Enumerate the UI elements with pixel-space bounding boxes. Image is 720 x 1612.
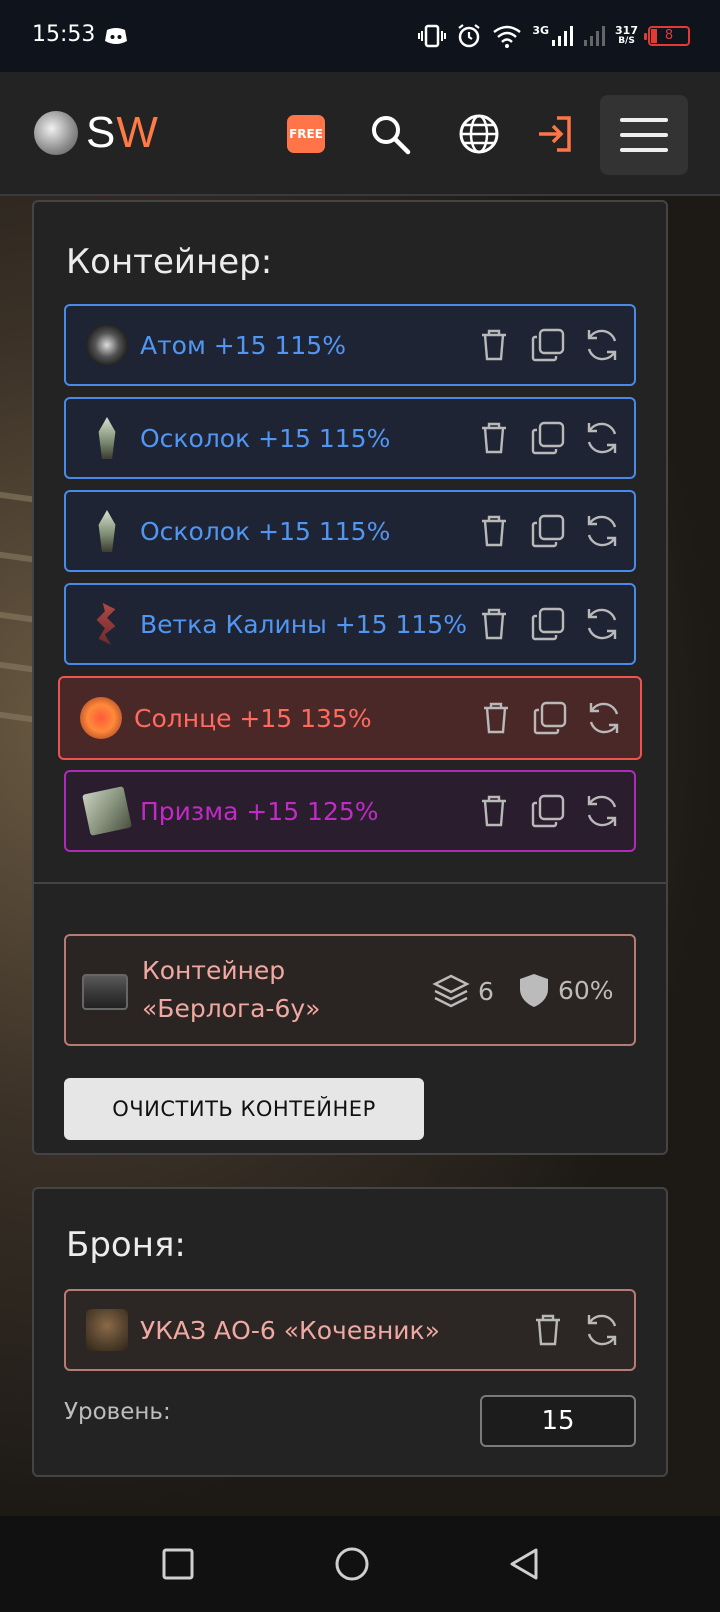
level-label: Уровень: bbox=[64, 1399, 171, 1425]
logo-letter-w: W bbox=[116, 108, 159, 157]
network-speed: 317 B/S bbox=[615, 25, 638, 47]
armor-panel-title: Броня: bbox=[66, 1225, 186, 1265]
copy-icon[interactable] bbox=[530, 513, 566, 549]
armor-suit-icon bbox=[86, 1309, 128, 1351]
container-case-icon bbox=[82, 974, 128, 1010]
prism-artifact-icon bbox=[82, 786, 132, 836]
language-globe-icon[interactable] bbox=[457, 112, 501, 156]
container-name-line2: «Берлога-6у» bbox=[142, 994, 321, 1023]
armor-slot[interactable]: УКАЗ АО-6 «Кочевник» bbox=[64, 1289, 636, 1371]
wifi-icon bbox=[493, 25, 522, 48]
atom-artifact-icon bbox=[86, 324, 128, 366]
replace-icon[interactable] bbox=[584, 327, 620, 363]
system-navigation-bar bbox=[0, 1516, 720, 1612]
recent-apps-icon[interactable] bbox=[160, 1546, 196, 1582]
logo-letter-s: S bbox=[86, 108, 117, 157]
delete-icon[interactable] bbox=[476, 420, 512, 456]
signal-strength-2-icon bbox=[584, 26, 606, 46]
copy-icon[interactable] bbox=[532, 700, 568, 736]
artifact-slot[interactable]: Осколок +15 115% bbox=[64, 490, 636, 572]
viburnum-branch-icon bbox=[96, 603, 116, 645]
armor-label: УКАЗ АО-6 «Кочевник» bbox=[140, 1315, 440, 1345]
delete-icon[interactable] bbox=[476, 513, 512, 549]
replace-icon[interactable] bbox=[584, 513, 620, 549]
home-icon[interactable] bbox=[334, 1546, 370, 1582]
delete-icon[interactable] bbox=[476, 327, 512, 363]
armor-panel: Броня: УКАЗ АО-6 «Кочевник» Уровень: 15 bbox=[32, 1187, 668, 1477]
container-info-card[interactable]: Контейнер «Берлога-6у» 6 60% bbox=[64, 934, 636, 1046]
login-icon[interactable] bbox=[534, 112, 578, 156]
alarm-icon bbox=[458, 24, 481, 48]
copy-icon[interactable] bbox=[530, 606, 566, 642]
artifact-label: Осколок +15 115% bbox=[140, 423, 391, 453]
discord-notification-icon bbox=[104, 26, 128, 46]
vibrate-icon bbox=[418, 24, 447, 48]
copy-icon[interactable] bbox=[530, 793, 566, 829]
copy-icon[interactable] bbox=[530, 420, 566, 456]
artifact-slot[interactable]: Ветка Калины +15 115% bbox=[64, 583, 636, 665]
artifact-slot[interactable]: Осколок +15 115% bbox=[64, 397, 636, 479]
container-protection: 60% bbox=[518, 972, 614, 1008]
free-badge: FREE bbox=[287, 115, 325, 153]
container-panel-title: Контейнер: bbox=[66, 242, 273, 282]
panel-divider bbox=[34, 882, 666, 884]
container-slots: 6 bbox=[432, 972, 494, 1010]
delete-icon[interactable] bbox=[530, 1312, 566, 1348]
replace-icon[interactable] bbox=[584, 420, 620, 456]
artifact-label: Осколок +15 115% bbox=[140, 516, 391, 546]
status-bar: 15:53 3G 317 B/S 8 bbox=[0, 0, 720, 72]
replace-icon[interactable] bbox=[584, 1312, 620, 1348]
shard-artifact-icon bbox=[98, 417, 116, 459]
artifact-slot[interactable]: Атом +15 115% bbox=[64, 304, 636, 386]
network-speed-value: 317 bbox=[615, 24, 638, 37]
container-panel: Контейнер: Атом +15 115% Осколок +15 115… bbox=[32, 200, 668, 1155]
artifact-label: Призма +15 125% bbox=[140, 796, 379, 826]
delete-icon[interactable] bbox=[476, 793, 512, 829]
container-slots-value: 6 bbox=[478, 976, 494, 1006]
artifact-slot[interactable]: Солнце +15 135% bbox=[58, 676, 642, 760]
sun-artifact-icon bbox=[80, 697, 122, 739]
artifact-label: Атом +15 115% bbox=[140, 330, 346, 360]
network-type: 3G bbox=[532, 24, 550, 37]
replace-icon[interactable] bbox=[584, 793, 620, 829]
clear-container-button[interactable]: ОЧИСТИТЬ КОНТЕЙНЕР bbox=[64, 1078, 424, 1140]
delete-icon[interactable] bbox=[478, 700, 514, 736]
site-logo[interactable]: SW bbox=[34, 108, 159, 158]
shield-icon bbox=[520, 974, 548, 1007]
level-input[interactable]: 15 bbox=[480, 1395, 636, 1447]
network-speed-unit: B/S bbox=[618, 36, 635, 46]
artifact-label: Солнце +15 135% bbox=[134, 703, 372, 733]
layers-icon bbox=[432, 974, 470, 1008]
back-icon[interactable] bbox=[506, 1546, 542, 1582]
container-protection-value: 60% bbox=[558, 975, 614, 1005]
battery-level: 8 bbox=[664, 28, 674, 43]
signal-strength-icon bbox=[552, 26, 574, 46]
free-button[interactable]: FREE bbox=[284, 112, 328, 156]
logo-globe-icon bbox=[34, 111, 78, 155]
delete-icon[interactable] bbox=[476, 606, 512, 642]
site-header: SW FREE bbox=[0, 72, 720, 196]
replace-icon[interactable] bbox=[584, 606, 620, 642]
search-icon[interactable] bbox=[368, 112, 412, 156]
copy-icon[interactable] bbox=[530, 327, 566, 363]
hamburger-menu-button[interactable] bbox=[600, 95, 688, 175]
container-name: Контейнер «Берлога-6у» bbox=[142, 952, 320, 1028]
artifact-slot[interactable]: Призма +15 125% bbox=[64, 770, 636, 852]
replace-icon[interactable] bbox=[586, 700, 622, 736]
container-name-line1: Контейнер bbox=[142, 956, 286, 985]
artifact-label: Ветка Калины +15 115% bbox=[140, 609, 467, 639]
battery-icon: 8 bbox=[644, 26, 690, 46]
shard-artifact-icon bbox=[98, 510, 116, 552]
status-time: 15:53 bbox=[32, 22, 96, 47]
